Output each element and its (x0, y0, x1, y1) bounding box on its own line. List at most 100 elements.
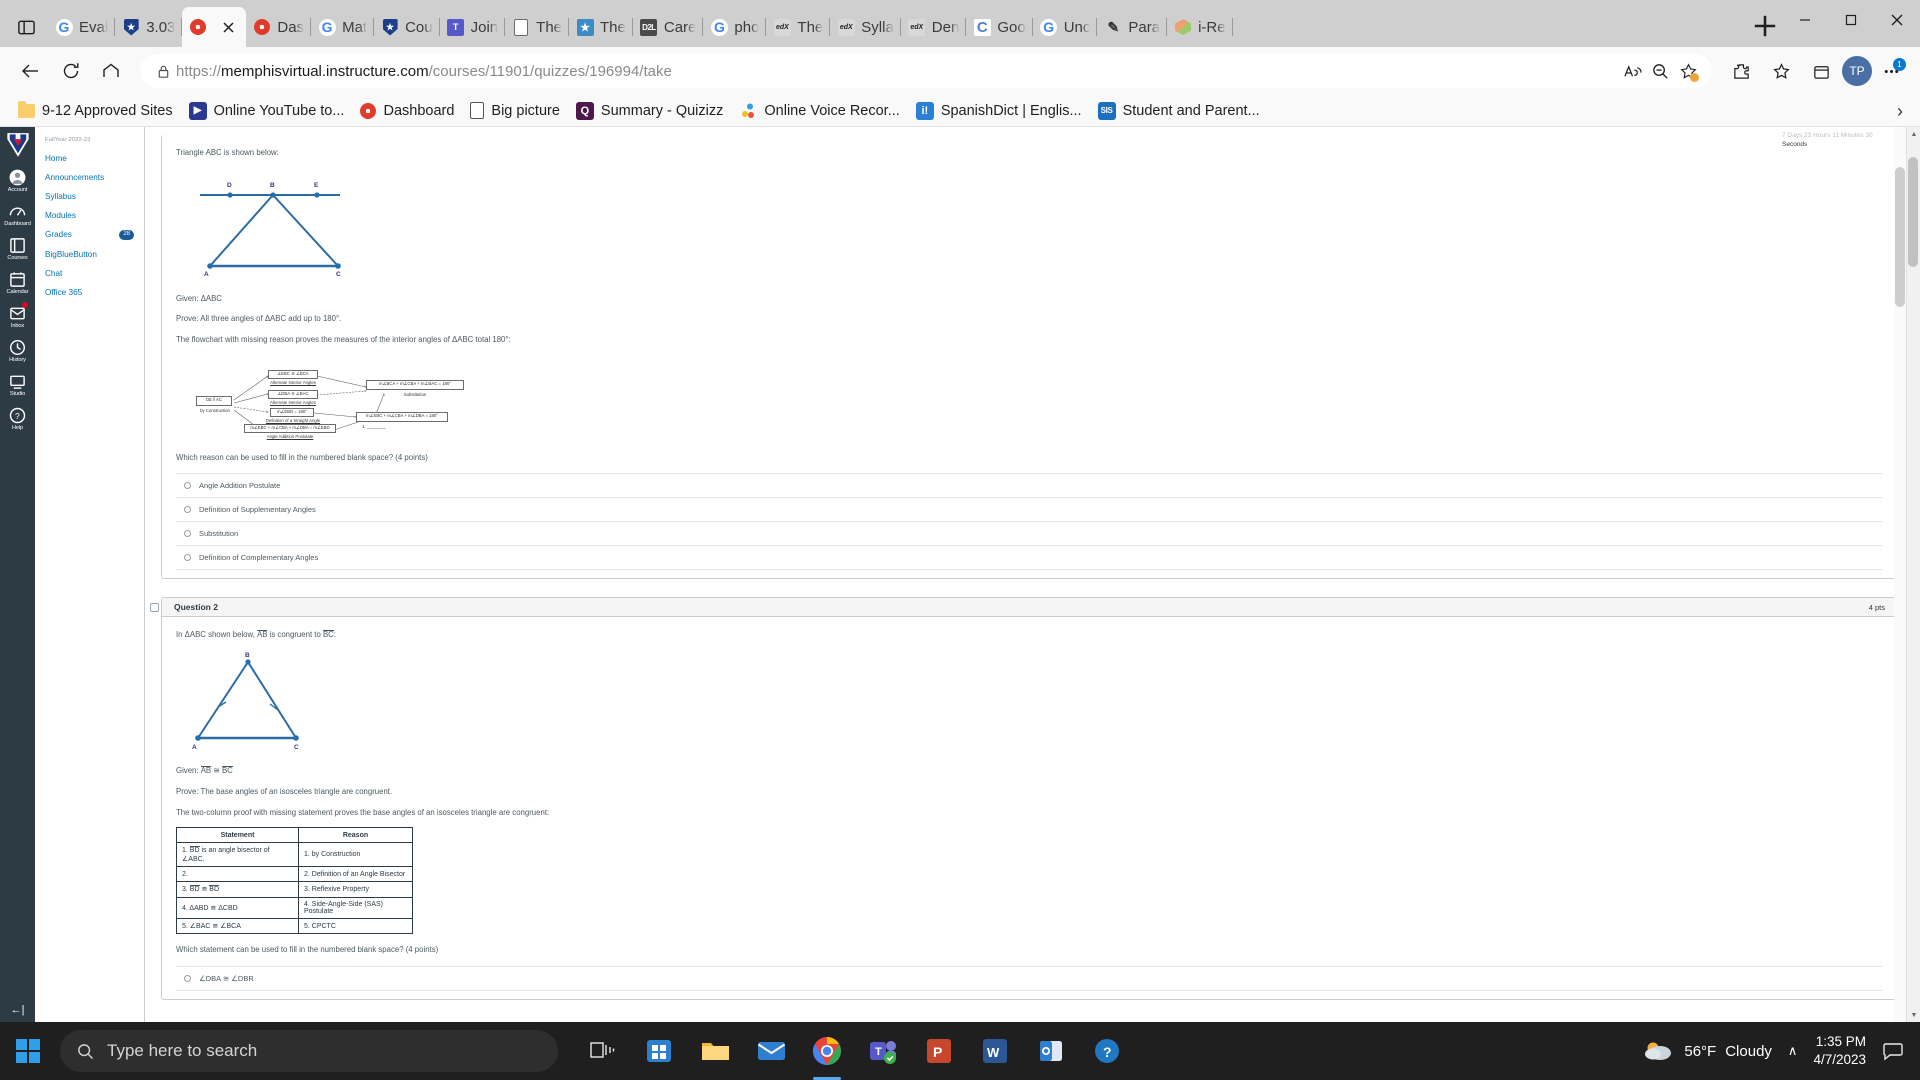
tab-title: Cou (405, 18, 433, 36)
reload-button[interactable] (52, 52, 90, 90)
question-1-answer-option-3[interactable]: Substitution (176, 521, 1883, 545)
close-button[interactable] (1874, 0, 1920, 40)
radio-button[interactable] (184, 974, 191, 982)
course-nav-item-announcements[interactable]: Announcements (35, 168, 144, 187)
global-nav-item-dashboard[interactable]: Dashboard (0, 197, 35, 231)
global-nav-item-history[interactable]: History (0, 333, 35, 367)
course-nav-item-bigbluebutton[interactable]: BigBlueButton (35, 245, 144, 264)
chrome-icon[interactable] (806, 1028, 848, 1080)
new-tab-button[interactable] (1748, 9, 1782, 43)
radio-button[interactable] (184, 530, 191, 538)
bookmark-item[interactable]: Dashboard (352, 99, 462, 123)
taskbar-clock[interactable]: 1:35 PM 4/7/2023 (1813, 1033, 1866, 1069)
browser-tab[interactable]: Gpho (703, 7, 767, 47)
inner-content-scrollbar[interactable] (1894, 127, 1906, 1022)
bookmark-item[interactable]: 9-12 Approved Sites (10, 99, 181, 123)
browser-tab[interactable]: edX Den (901, 7, 967, 47)
task-view-icon[interactable] (582, 1028, 624, 1074)
question-2-answer-option-1[interactable]: ∠DBA ≅ ∠DBR (176, 965, 1883, 991)
global-nav-item-studio[interactable]: Studio (0, 367, 35, 401)
browser-tab[interactable] (182, 7, 247, 47)
collections-icon[interactable] (1802, 52, 1840, 90)
maximize-button[interactable] (1828, 0, 1874, 40)
question-1-answer-option-2[interactable]: Definition of Supplementary Angles (176, 497, 1883, 521)
tab-close-icon[interactable] (217, 16, 239, 38)
help-icon[interactable]: ? (1086, 1028, 1128, 1074)
browser-tab[interactable]: D2L Care (633, 7, 704, 47)
bookmark-item[interactable]: Online Voice Recor... (731, 98, 907, 124)
browser-settings-menu-icon[interactable]: 1 (1874, 54, 1908, 88)
bookmarks-overflow-chevron-icon[interactable]: › (1888, 99, 1912, 123)
outlook-icon[interactable] (1030, 1028, 1072, 1074)
windows-start-button[interactable] (0, 1022, 56, 1080)
page-scrollbar-thumb[interactable] (1908, 157, 1918, 267)
bookmark-item[interactable]: ▶ Online YouTube to... (181, 98, 353, 124)
course-nav-item-grades[interactable]: Grades 28 (35, 225, 144, 245)
bookmark-item[interactable]: SIS Student and Parent... (1090, 98, 1268, 124)
powerpoint-icon[interactable]: P (918, 1028, 960, 1074)
browser-tab[interactable]: Das (246, 7, 311, 47)
browser-tab[interactable]: ★ The (569, 7, 633, 47)
course-nav-item-syllabus[interactable]: Syllabus (35, 187, 144, 206)
radio-button[interactable] (184, 506, 191, 514)
page-scrollbar[interactable]: ▲ ▼ (1906, 127, 1920, 1022)
bookmark-item[interactable]: i! SpanishDict | Englis... (908, 98, 1090, 124)
course-nav-item-modules[interactable]: Modules (35, 206, 144, 225)
word-icon[interactable]: W (974, 1028, 1016, 1074)
browser-tab[interactable]: edX Sylla (830, 7, 901, 47)
google-icon: G (318, 18, 336, 36)
chat-bubble-icon[interactable] (1880, 1038, 1906, 1064)
global-nav-item-courses[interactable]: Courses (0, 231, 35, 265)
home-button[interactable] (92, 52, 130, 90)
microsoft-store-icon[interactable] (638, 1028, 680, 1074)
browser-tab[interactable]: G Eval (48, 7, 116, 47)
browser-tab[interactable]: The (505, 7, 569, 47)
browser-tab[interactable]: T Join (440, 7, 506, 47)
question-2-bookmark-flag[interactable] (150, 603, 159, 613)
scroll-up-arrow[interactable]: ▲ (1907, 127, 1920, 141)
taskbar-search-box[interactable]: Type here to search (60, 1030, 558, 1072)
zoom-out-icon[interactable] (1646, 57, 1674, 85)
browser-tab[interactable]: ★ 3.03 (115, 7, 183, 47)
read-aloud-icon[interactable] (1618, 57, 1646, 85)
scroll-down-arrow[interactable]: ▼ (1907, 1008, 1920, 1022)
minimize-button[interactable] (1782, 0, 1828, 40)
global-nav-item-help[interactable]: ? Help (0, 401, 35, 435)
global-nav-item-inbox[interactable]: Inbox (0, 299, 35, 333)
extensions-icon[interactable] (1722, 52, 1760, 90)
radio-button[interactable] (184, 482, 191, 490)
show-hidden-icons-chevron[interactable]: ∧ (1786, 1043, 1800, 1059)
browser-tab[interactable]: G Mat (311, 7, 375, 47)
add-favorite-icon[interactable] (1674, 57, 1702, 85)
collapse-nav-button[interactable]: ←| (0, 1004, 35, 1016)
global-nav-item-account[interactable]: Account (0, 163, 35, 197)
browser-tab[interactable]: edX The (766, 7, 831, 47)
browser-tab[interactable]: C Goo (966, 7, 1034, 47)
browser-tab[interactable]: G Unc (1033, 7, 1098, 47)
address-bar[interactable]: https://memphisvirtual.instructure.com/c… (140, 54, 1712, 88)
browser-tab[interactable]: ★ Cou (374, 7, 440, 47)
course-nav-item-home[interactable]: Home (35, 149, 144, 168)
microsoft-teams-icon[interactable]: T (862, 1028, 904, 1074)
course-nav-item-office-365[interactable]: Office 365 (35, 283, 144, 302)
site-security-lock-icon[interactable] (150, 58, 176, 84)
favorites-icon[interactable] (1762, 52, 1800, 90)
back-button[interactable] (12, 52, 50, 90)
school-logo-icon[interactable] (5, 131, 31, 159)
tab-actions-menu-icon[interactable] (4, 7, 48, 47)
question-2-prove: Prove: The base angles of an isosceles t… (176, 786, 393, 796)
file-explorer-icon[interactable] (694, 1028, 736, 1074)
inner-scrollbar-thumb[interactable] (1895, 167, 1905, 307)
bookmark-item[interactable]: Q Summary - Quizizz (568, 98, 731, 124)
browser-tab[interactable]: i-Re (1167, 7, 1233, 47)
browser-tab[interactable]: ✎ Para (1097, 7, 1167, 47)
bookmark-item[interactable]: Big picture (462, 98, 568, 123)
global-nav-item-calendar[interactable]: Calendar (0, 265, 35, 299)
profile-avatar[interactable]: TP (1842, 56, 1872, 86)
question-1-answer-option-1[interactable]: Angle Addition Postulate (176, 473, 1883, 497)
question-1-answer-option-4[interactable]: Definition of Complementary Angles (176, 545, 1883, 571)
mail-icon[interactable] (750, 1028, 792, 1074)
weather-widget[interactable]: 56°F Cloudy (1641, 1039, 1772, 1063)
radio-button[interactable] (184, 554, 191, 562)
course-nav-item-chat[interactable]: Chat (35, 264, 144, 283)
